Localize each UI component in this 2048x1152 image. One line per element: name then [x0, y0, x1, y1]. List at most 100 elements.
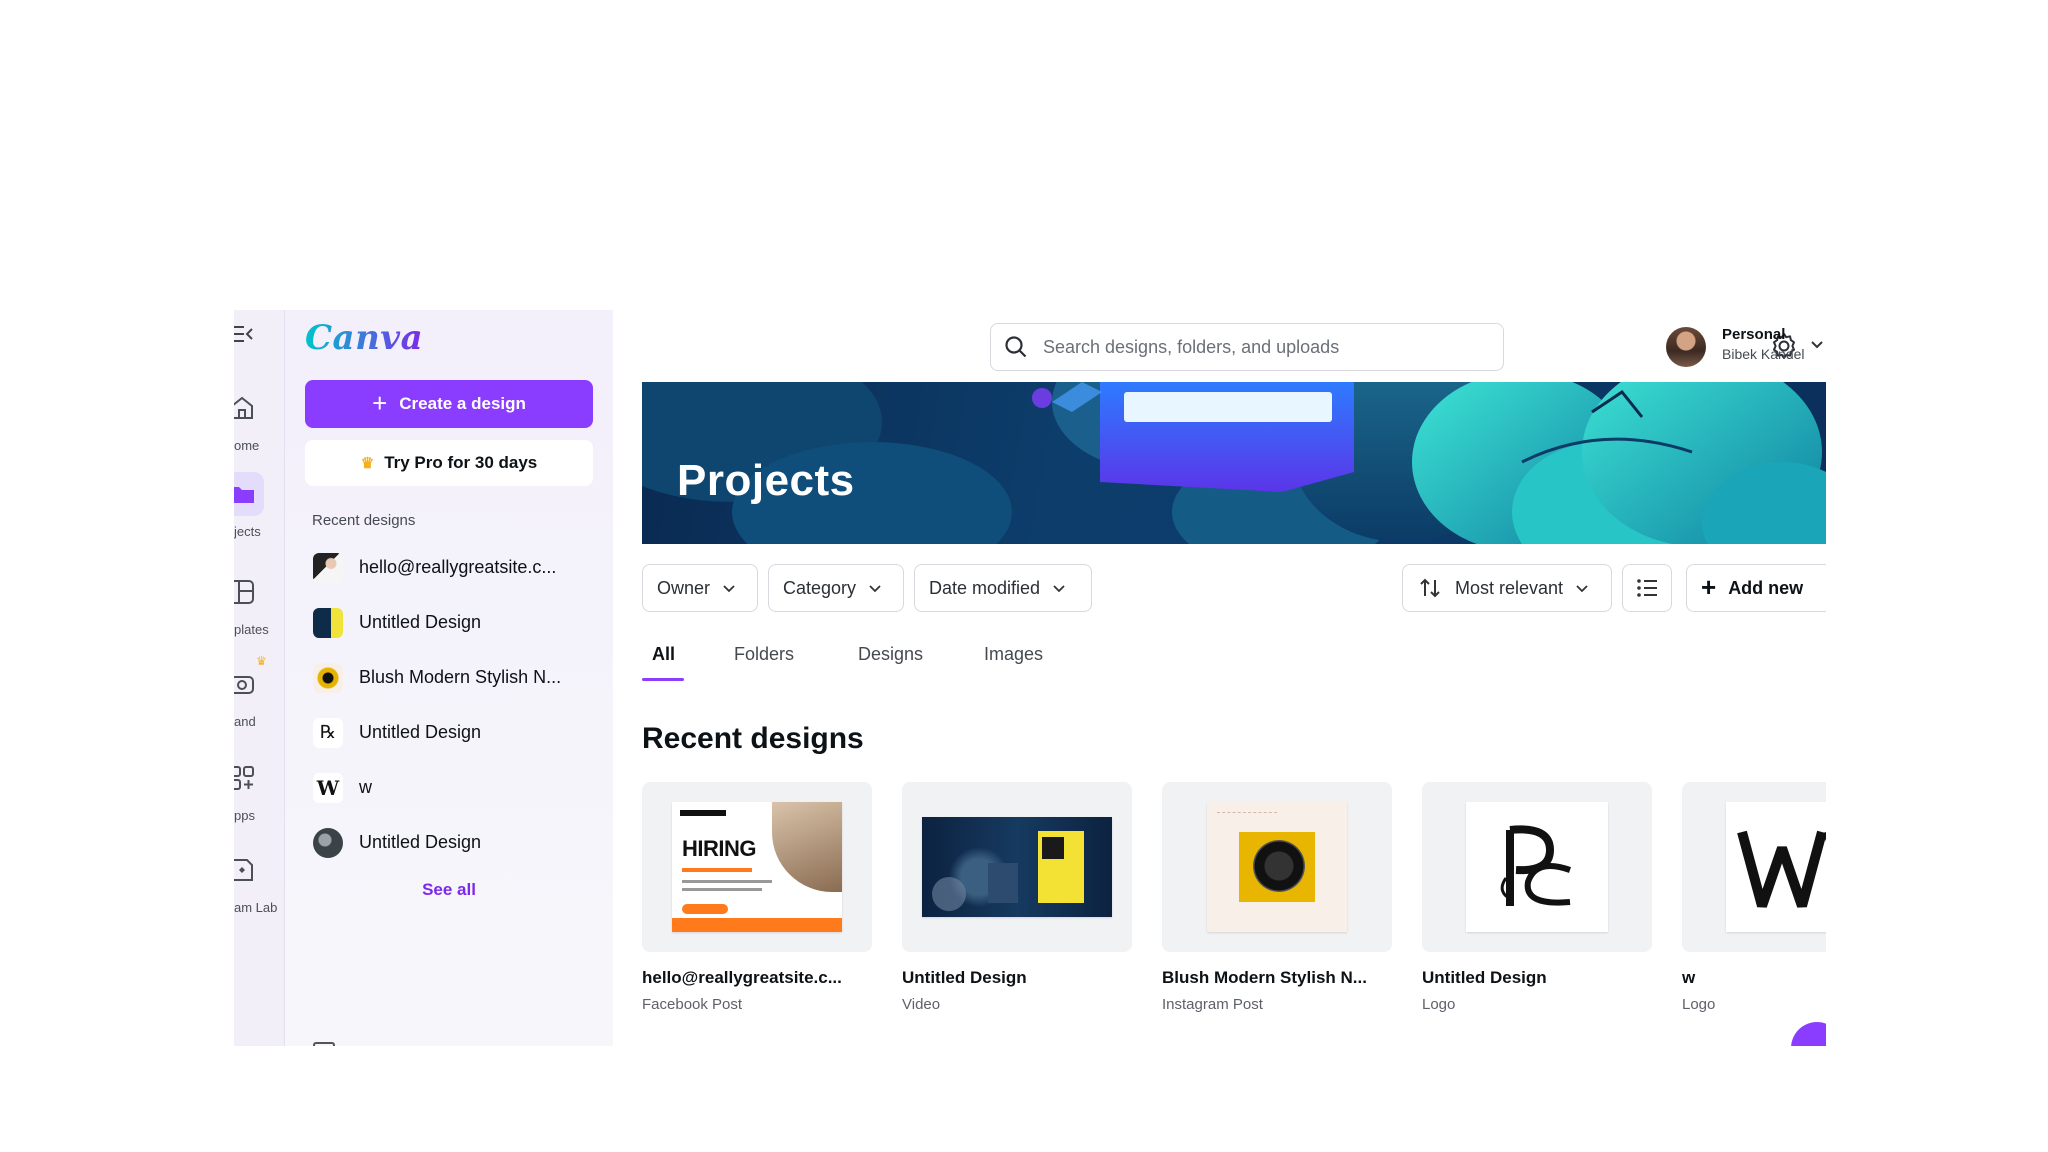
recent-item[interactable]: hello@reallygreatsite.c...	[307, 540, 607, 595]
recent-item[interactable]: Untitled Design	[307, 595, 607, 650]
search-input[interactable]	[1041, 335, 1485, 359]
top-bar: Personal Bibek Kandel	[613, 310, 1826, 382]
design-card[interactable]: w Logo	[1682, 782, 1826, 1013]
logo-monogram	[1500, 825, 1571, 906]
tab-images[interactable]: Images	[984, 644, 1043, 665]
design-preview	[1422, 782, 1652, 952]
rail-item-brand[interactable]: ♛ and	[234, 654, 284, 748]
templates-icon	[234, 580, 254, 604]
design-thumbnail	[922, 817, 1112, 917]
side-panel: Canva + Create a design ♛ Try Pro for 30…	[285, 310, 613, 1046]
date-modified-filter[interactable]: Date modified	[914, 564, 1092, 612]
rail-label: and	[234, 714, 256, 729]
list-view-toggle[interactable]	[1622, 564, 1672, 612]
design-preview	[902, 782, 1132, 952]
recent-item[interactable]: Blush Modern Stylish N...	[307, 650, 607, 705]
recent-item-name: Untitled Design	[359, 832, 482, 852]
brand-icon	[234, 676, 254, 694]
folder-icon	[234, 487, 254, 503]
rail-label: pps	[234, 808, 255, 823]
recent-item-name: Blush Modern Stylish N...	[359, 667, 562, 687]
recent-designs-heading: Recent designs	[312, 512, 416, 529]
rail-label: jects	[234, 524, 261, 539]
recent-item[interactable]: W w	[307, 760, 607, 815]
design-card-type: Facebook Post	[642, 996, 743, 1013]
chevron-down-icon	[1576, 585, 1588, 593]
rail-item-templates[interactable]: plates	[234, 576, 284, 656]
sort-dropdown[interactable]: Most relevant	[1402, 564, 1612, 612]
avatar[interactable]	[1666, 327, 1706, 367]
canva-app: ome jects plates ♛ and pps am Lab Canva	[234, 310, 1826, 1046]
rail-label: plates	[234, 622, 269, 637]
design-thumbnail: W	[313, 772, 343, 803]
recent-item-name: w	[359, 777, 372, 797]
design-card-type: Video	[902, 996, 941, 1013]
design-card-type: Instagram Post	[1162, 996, 1263, 1013]
search-box[interactable]	[990, 323, 1504, 371]
see-all-link[interactable]: See all	[285, 880, 613, 900]
tab-all[interactable]: All	[652, 644, 675, 665]
owner-filter[interactable]: Owner	[642, 564, 758, 612]
design-card-title: hello@reallygreatsite.c...	[642, 968, 842, 987]
rail-item-home[interactable]: ome	[234, 392, 284, 472]
help-button[interactable]	[1791, 1022, 1826, 1046]
section-title: Recent designs	[642, 722, 864, 755]
dream-lab-icon	[234, 859, 253, 881]
rail-item-dream-lab[interactable]: am Lab	[234, 854, 284, 934]
add-new-button[interactable]: + Add new	[1686, 564, 1826, 612]
date-modified-label: Date modified	[929, 577, 1041, 598]
create-design-label: Create a design	[399, 394, 526, 413]
design-card[interactable]: Untitled Design Video	[902, 782, 1132, 1013]
trash-icon[interactable]	[313, 1042, 335, 1046]
design-card-type: Logo	[1422, 996, 1456, 1013]
category-filter-label: Category	[783, 577, 857, 598]
try-pro-label: Try Pro for 30 days	[384, 453, 538, 472]
recent-item-name: Untitled Design	[359, 722, 482, 742]
design-preview	[1162, 782, 1392, 952]
home-icon	[234, 396, 253, 419]
rail-item-projects[interactable]: jects	[234, 472, 284, 558]
thumbnail-text: HIRING	[682, 836, 757, 861]
design-thumbnail	[1466, 802, 1608, 932]
page-title: Projects	[677, 456, 855, 505]
sort-arrows-icon	[1420, 578, 1440, 598]
tab-designs[interactable]: Designs	[858, 644, 923, 665]
try-pro-button[interactable]: ♛ Try Pro for 30 days	[305, 440, 593, 486]
recent-designs-list: hello@reallygreatsite.c... Untitled Desi…	[307, 540, 607, 870]
design-card-title: Untitled Design	[902, 968, 1027, 987]
design-preview	[1682, 782, 1826, 952]
design-thumbnail	[313, 607, 343, 638]
recent-item[interactable]: ℞ Untitled Design	[307, 705, 607, 760]
category-filter[interactable]: Category	[768, 564, 904, 612]
design-card-type: Logo	[1682, 996, 1716, 1013]
chevron-down-icon	[1053, 585, 1065, 593]
design-card[interactable]: HIRING hello@reallygreatsite.c... Facebo…	[642, 782, 872, 1013]
plus-icon: +	[1701, 571, 1717, 602]
recent-item-name: hello@reallygreatsite.c...	[359, 557, 557, 577]
rail-label: ome	[234, 438, 260, 453]
plus-icon: +	[372, 387, 388, 418]
design-thumbnail: ℞	[313, 717, 343, 748]
design-card[interactable]: Untitled Design Logo	[1422, 782, 1652, 1013]
crown-icon: ♛	[256, 654, 267, 668]
rail-item-apps[interactable]: pps	[234, 762, 284, 842]
design-thumbnail	[1726, 802, 1826, 932]
design-thumbnail	[1207, 802, 1347, 932]
account-switcher[interactable]: Personal Bibek Kandel	[1722, 326, 1805, 363]
design-thumbnail	[313, 827, 343, 858]
rail-label: am Lab	[234, 900, 278, 915]
apps-icon	[234, 766, 254, 790]
account-name: Bibek Kandel	[1722, 346, 1805, 362]
design-card-title: w	[1682, 968, 1696, 987]
list-view-icon	[1637, 579, 1657, 597]
create-design-button[interactable]: + Create a design	[305, 380, 593, 428]
chevron-down-icon[interactable]	[1809, 336, 1825, 352]
collapse-menu-icon[interactable]	[234, 324, 256, 344]
tab-folders[interactable]: Folders	[734, 644, 794, 665]
projects-banner: Projects	[642, 382, 1826, 544]
recent-item[interactable]: Untitled Design	[307, 815, 607, 870]
add-new-label: Add new	[1728, 577, 1804, 598]
canva-logo[interactable]: Canva	[305, 318, 423, 358]
design-card-title: Untitled Design	[1422, 968, 1547, 987]
design-card[interactable]: Blush Modern Stylish N... Instagram Post	[1162, 782, 1392, 1013]
